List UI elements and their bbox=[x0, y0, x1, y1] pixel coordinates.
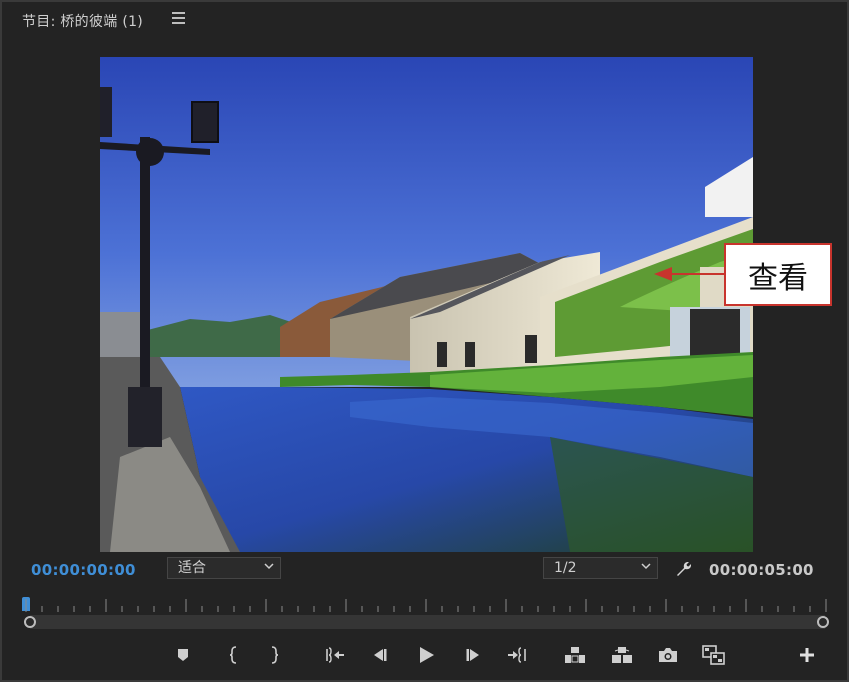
go-to-out-icon[interactable] bbox=[505, 643, 529, 667]
timeline-ruler[interactable] bbox=[22, 594, 832, 634]
video-frame-image bbox=[100, 57, 753, 552]
zoom-scroll-bar[interactable] bbox=[30, 615, 825, 629]
program-monitor-panel: 节目: 桥的彼端 (1) 查看 00:00:00:00 适合 1/2 00:00… bbox=[0, 0, 849, 682]
duration-timecode: 00:00:05:00 bbox=[709, 561, 814, 579]
play-icon[interactable] bbox=[414, 643, 438, 667]
callout-label: 查看 bbox=[748, 260, 808, 296]
go-to-in-icon[interactable] bbox=[323, 643, 347, 667]
view-annotation-callout: 查看 bbox=[724, 243, 832, 306]
playback-resolution-value: 1/2 bbox=[554, 560, 577, 576]
zoom-handle-left-icon[interactable] bbox=[24, 616, 36, 628]
chevron-down-icon bbox=[264, 563, 274, 570]
lift-icon[interactable] bbox=[563, 643, 587, 667]
zoom-level-dropdown[interactable]: 适合 bbox=[167, 557, 281, 579]
comparison-view-icon[interactable] bbox=[702, 643, 726, 667]
zoom-level-value: 适合 bbox=[178, 560, 206, 576]
step-back-icon[interactable] bbox=[368, 643, 392, 667]
zoom-handle-right-icon[interactable] bbox=[817, 616, 829, 628]
wrench-settings-icon[interactable] bbox=[674, 559, 694, 579]
panel-title[interactable]: 节目: 桥的彼端 (1) bbox=[22, 11, 143, 31]
mark-out-icon[interactable] bbox=[263, 643, 287, 667]
monitor-controls-row: 00:00:00:00 适合 1/2 00:00:05:00 bbox=[2, 555, 847, 585]
add-marker-icon[interactable] bbox=[171, 643, 195, 667]
add-button-icon[interactable] bbox=[795, 643, 819, 667]
transport-controls bbox=[2, 639, 847, 671]
chevron-down-icon bbox=[641, 563, 651, 570]
playback-resolution-dropdown[interactable]: 1/2 bbox=[543, 557, 658, 579]
callout-arrow-icon bbox=[654, 267, 726, 281]
extract-icon[interactable] bbox=[610, 643, 634, 667]
current-timecode[interactable]: 00:00:00:00 bbox=[31, 561, 136, 579]
video-preview[interactable] bbox=[100, 57, 753, 552]
camera-export-frame-icon[interactable] bbox=[656, 643, 680, 667]
mark-in-icon[interactable] bbox=[221, 643, 245, 667]
hamburger-menu-icon[interactable] bbox=[172, 12, 185, 24]
step-forward-icon[interactable] bbox=[461, 643, 485, 667]
panel-titlebar: 节目: 桥的彼端 (1) bbox=[2, 2, 847, 38]
ruler-ticks bbox=[25, 599, 827, 612]
